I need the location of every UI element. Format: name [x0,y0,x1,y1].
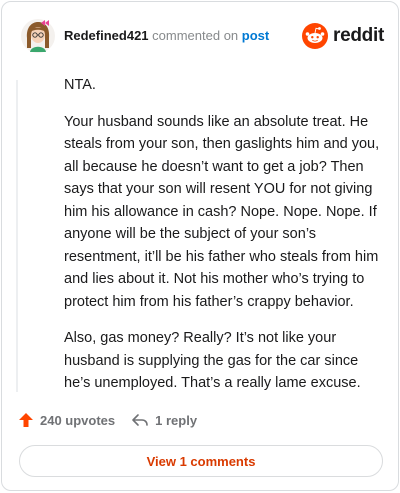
comment-meta: Redefined421 commented on post [64,28,269,43]
avatar[interactable] [20,18,56,54]
comment-paragraph: NTA. [64,77,96,93]
comment-paragraph: Your husband sounds like an absolute tre… [64,113,380,310]
reddit-logo[interactable]: reddit [302,22,384,50]
comment-card: Redefined421 commented on post reddit NT… [1,1,399,491]
username[interactable]: Redefined421 [64,28,149,43]
reddit-snoo-icon [302,23,329,49]
comment-header: Redefined421 commented on post reddit [16,16,384,56]
comment-paragraph: Also, gas money? Really? It’s not like y… [64,330,361,391]
reply-arrow-icon [132,414,148,426]
reply-button[interactable]: 1 reply [131,412,197,428]
post-link[interactable]: post [242,28,269,43]
brand-wordmark: reddit [333,25,384,46]
comment-actions: 240 upvotes 1 reply [18,410,197,430]
comment-text: NTA. Your husband sounds like an absolut… [64,74,384,409]
reply-count: 1 reply [155,412,198,428]
view-comments-button[interactable]: View 1 comments [19,445,383,477]
upvote-count: 240 upvotes [40,412,116,428]
upvote-button[interactable]: 240 upvotes [18,412,115,428]
arrow-up-icon [19,413,33,427]
action-text: commented on [152,28,239,43]
